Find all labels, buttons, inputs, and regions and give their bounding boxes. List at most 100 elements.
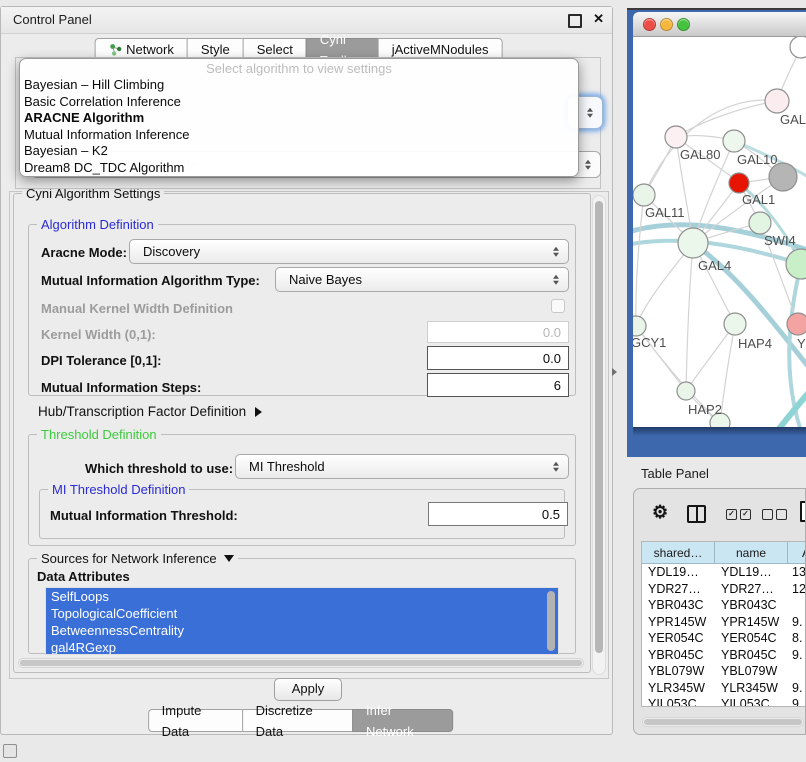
- network-node[interactable]: [678, 228, 708, 258]
- kernel-width-field[interactable]: 0.0: [427, 321, 569, 343]
- algorithm-option-aracne-algorithm[interactable]: ARACNE Algorithm: [20, 110, 578, 127]
- algorithm-option-bayesian-k2[interactable]: Bayesian – K2: [20, 143, 578, 160]
- dpi-tolerance-field[interactable]: 0.0: [427, 346, 569, 370]
- panel-divider-handle[interactable]: [612, 368, 617, 376]
- deselect-all-checkboxes-icon[interactable]: [762, 509, 787, 520]
- collapsed-arrow-icon: [255, 407, 262, 417]
- bottom-tab-discretize-data[interactable]: Discretize Data: [242, 709, 353, 732]
- settings-scrollbar[interactable]: [592, 195, 606, 675]
- network-canvas[interactable]: GALGAL80GAL10GAL1GAL11SWI4GAL4GCY1HAP4YH…: [633, 37, 806, 427]
- which-threshold-value: MI Threshold: [249, 459, 325, 474]
- network-node[interactable]: [665, 126, 687, 148]
- node-label-gcy1: GCY1: [633, 335, 666, 350]
- gear-icon[interactable]: ⚙: [652, 502, 668, 523]
- float-panel-icon[interactable]: [568, 14, 582, 28]
- network-node[interactable]: [677, 382, 695, 400]
- mi-threshold-group-title: MI Threshold Definition: [48, 482, 189, 497]
- control-panel-titlebar: Control Panel ✕: [1, 7, 612, 34]
- kernel-width-label: Kernel Width (0,1):: [41, 327, 156, 342]
- sources-group-title[interactable]: Sources for Network Inference: [37, 551, 238, 566]
- network-node[interactable]: [633, 184, 655, 206]
- close-traffic-light[interactable]: [643, 18, 656, 31]
- threshold-definition-group: Threshold Definition Which threshold to …: [28, 434, 576, 546]
- table-horizontal-scrollbar[interactable]: [642, 717, 804, 727]
- hub-definition-toggle[interactable]: Hub/Transcription Factor Definition: [38, 404, 262, 419]
- network-node[interactable]: [769, 163, 797, 191]
- attribute-item-betweennesscentrality[interactable]: BetweennessCentrality: [46, 622, 558, 639]
- node-attribute-table: shared…nameAYDL19…YDL19…13YDR27…YDR27…12…: [641, 541, 806, 707]
- attribute-item-gal4rgexp[interactable]: gal4RGexp: [46, 639, 558, 655]
- bottom-tab-infer-network[interactable]: Infer Network: [352, 709, 453, 732]
- algorithm-option-bayesian-hill-climbing[interactable]: Bayesian – Hill Climbing: [20, 77, 578, 94]
- spinner-arrows-icon: [587, 107, 593, 118]
- table-cell: 13: [788, 564, 806, 581]
- node-label-hap4: HAP4: [738, 336, 772, 351]
- table-row[interactable]: YER054CYER054C8.: [642, 630, 806, 647]
- table-cell: YBR045C: [715, 647, 788, 664]
- dpi-tolerance-label: DPI Tolerance [0,1]:: [41, 353, 161, 368]
- table-row[interactable]: YBR045CYBR045C9.: [642, 647, 806, 664]
- table-cell: YIL053C: [715, 696, 788, 707]
- column-header-shared[interactable]: shared…: [642, 542, 715, 564]
- mi-type-combo[interactable]: Naive Bayes: [275, 267, 569, 292]
- file-icon[interactable]: [800, 501, 806, 522]
- network-node[interactable]: [765, 89, 789, 113]
- table-row[interactable]: YDL19…YDL19…13: [642, 564, 806, 581]
- manual-kernel-checkbox[interactable]: [551, 299, 565, 313]
- network-node[interactable]: [749, 212, 771, 234]
- table-row[interactable]: YIL053CYIL053C9: [642, 696, 806, 707]
- manual-kernel-label: Manual Kernel Width Definition: [41, 301, 233, 316]
- table-row[interactable]: YBR043CYBR043C: [642, 597, 806, 614]
- network-node[interactable]: [786, 249, 806, 279]
- settings-scrollbar-thumb[interactable]: [595, 201, 603, 653]
- zoom-traffic-light[interactable]: [677, 18, 690, 31]
- attributes-list-scrollbar[interactable]: [547, 591, 555, 651]
- bottom-tab-impute-data[interactable]: Impute Data: [148, 709, 243, 732]
- algorithm-option-basic-correlation-inference[interactable]: Basic Correlation Inference: [20, 94, 578, 111]
- network-node[interactable]: [724, 313, 746, 335]
- table-cell: YER054C: [642, 630, 715, 647]
- aracne-mode-combo[interactable]: Discovery: [129, 239, 569, 264]
- bottom-tab-label: Impute Data: [162, 700, 229, 742]
- network-node[interactable]: [723, 130, 745, 152]
- table-cell: YDR27…: [642, 581, 715, 598]
- which-threshold-combo[interactable]: MI Threshold: [235, 454, 569, 479]
- network-node[interactable]: [790, 37, 806, 58]
- table-hscrollbar-thumb[interactable]: [644, 719, 802, 725]
- minimize-traffic-light[interactable]: [660, 18, 673, 31]
- algorithm-option-mutual-information-inference[interactable]: Mutual Information Inference: [20, 127, 578, 144]
- split-view-icon[interactable]: [687, 505, 706, 523]
- table-row[interactable]: YDR27…YDR27…12: [642, 581, 806, 598]
- mi-steps-field[interactable]: 6: [427, 373, 569, 397]
- table-cell: 9.: [788, 647, 806, 664]
- network-edge: [771, 383, 806, 427]
- select-all-checkboxes-icon[interactable]: ✓✓: [726, 509, 751, 520]
- column-header-name[interactable]: name: [715, 542, 788, 564]
- node-label-hap2: HAP2: [688, 402, 722, 417]
- mi-threshold-field[interactable]: 0.5: [428, 502, 568, 526]
- table-row[interactable]: YLR345WYLR345W9.: [642, 680, 806, 697]
- data-attributes-list[interactable]: SelfLoopsTopologicalCoefficientBetweenne…: [45, 587, 559, 655]
- settings-hscrollbar-thumb[interactable]: [20, 660, 582, 666]
- algorithm-definition-title: Algorithm Definition: [37, 217, 158, 232]
- collapsed-panel-icon[interactable]: [3, 744, 17, 758]
- table-row[interactable]: YPR145WYPR145W9.: [642, 614, 806, 631]
- hub-definition-label: Hub/Transcription Factor Definition: [38, 404, 246, 419]
- network-node[interactable]: [729, 173, 749, 193]
- algorithm-option-dream8-dc-tdc-algorithm[interactable]: Dream8 DC_TDC Algorithm: [20, 160, 578, 177]
- network-node[interactable]: [787, 313, 806, 335]
- column-header-a[interactable]: A: [788, 542, 806, 564]
- attribute-item-selfloops[interactable]: SelfLoops: [46, 588, 558, 605]
- attribute-item-topologicalcoefficient[interactable]: TopologicalCoefficient: [46, 605, 558, 622]
- table-cell: YBR045C: [642, 647, 715, 664]
- spinner-arrows-icon: [585, 159, 591, 170]
- table-row[interactable]: YBL079WYBL079W: [642, 663, 806, 680]
- table-cell: [788, 597, 806, 614]
- node-label-y: Y: [797, 336, 806, 351]
- settings-horizontal-scrollbar[interactable]: [18, 658, 584, 668]
- close-panel-icon[interactable]: ✕: [593, 11, 604, 27]
- apply-button[interactable]: Apply: [274, 678, 342, 701]
- control-panel-title: Control Panel: [13, 12, 92, 27]
- network-window-titlebar[interactable]: [633, 12, 806, 37]
- network-node[interactable]: [633, 316, 646, 336]
